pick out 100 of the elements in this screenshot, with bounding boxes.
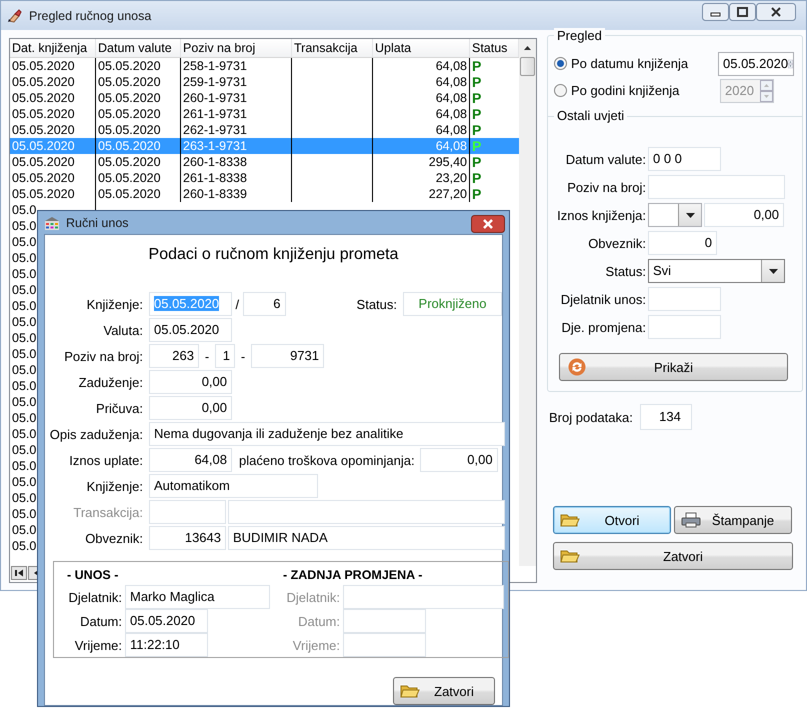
table-cell: P [472,90,482,106]
field-label: Transakcija: [72,504,144,520]
show-button[interactable]: Prikaži [559,353,788,381]
table-row[interactable]: 05.05.2020 05.05.2020 260-1-9731 64,08 P [10,90,519,106]
table-cell: 05.0 [12,363,36,377]
table-cell: 05.0 [12,443,36,457]
dash-separator: - [204,348,210,364]
minimize-icon[interactable] [702,3,729,21]
field-label: Status: [356,296,398,312]
input-field[interactable]: Automatikom [149,474,318,498]
close-icon[interactable] [471,215,505,233]
table-cell: P [472,122,482,138]
table-cell: 05.05.2020 [98,187,161,201]
table-cell: 05.0 [12,475,36,489]
table-cell: 23,20 [436,171,467,185]
input-field[interactable] [648,175,785,199]
field-label: plaćeno troškova opominjanja: [238,452,416,468]
input-field[interactable]: 9731 [251,344,324,368]
table-row[interactable]: 05.05.2020 05.05.2020 258-1-9731 64,08 P [10,58,519,74]
table-cell: 05.05.2020 [98,91,161,105]
number-field[interactable]: 6 [242,292,286,316]
radio-label[interactable]: Po datumu knjiženja [571,56,711,71]
code-field[interactable]: 13643 [149,526,226,550]
amount-field[interactable]: 0,00 [149,396,232,420]
table-cell: 05.05.2020 [98,171,161,185]
input-field[interactable]: Marko Maglica [125,585,270,609]
column-header[interactable]: Transakcija [292,39,373,57]
input-field[interactable]: 263 [149,344,199,368]
input-field[interactable]: 1 [215,344,235,368]
table-row[interactable]: 05.05.2020 05.05.2020 261-1-9731 64,08 P [10,106,519,122]
column-header[interactable]: Uplata [373,39,470,57]
input-field[interactable]: 0 [648,231,717,255]
close-button[interactable]: Zatvori [393,677,495,705]
table-cell: 227,20 [428,187,467,201]
table-cell: 05.05.2020 [12,59,75,73]
first-record-icon[interactable] [11,566,27,580]
scrollbar[interactable] [519,39,536,566]
input-field[interactable] [648,315,721,339]
amount-field[interactable]: 0,00 [704,203,784,227]
dialog-title: Ručni unos [66,216,129,230]
column-header[interactable]: Dat. knjiženja [10,39,96,57]
table-cell: 05.0 [12,219,36,233]
input-field[interactable] [149,500,226,524]
table-row[interactable]: 05.05.2020 05.05.2020 259-1-9731 64,08 P [10,74,519,90]
group-title: Ostali uvjeti [554,108,628,123]
table-cell: 64,08 [436,59,467,73]
table-cell: 05.0 [12,395,36,409]
table-cell: 05.05.2020 [98,123,161,137]
building-icon [44,216,60,230]
table-cell: P [472,58,482,74]
field-label: Iznos uplate: [68,452,144,468]
scroll-thumb[interactable] [520,57,535,76]
field-label: Opis zaduženja: [48,426,144,442]
operator-dropdown[interactable] [648,203,702,227]
input-field[interactable] [343,633,426,657]
open-button[interactable]: Otvori [553,506,671,534]
input-field[interactable] [648,287,721,311]
date-spinner[interactable]: 05.05.2020 [718,52,794,76]
field-label: Valuta: [102,322,144,338]
table-cell: P [472,138,482,154]
table-cell: 259-1-9731 [183,75,247,89]
field-label: Dje. promjena: [560,320,647,334]
input-field[interactable]: 05.05.2020 [125,609,208,633]
amount-field[interactable]: 0,00 [149,370,232,394]
table-cell: 05.05.2020 [12,123,75,137]
column-header[interactable]: Poziv na broj [181,39,292,57]
table-row[interactable]: 05.05.2020 05.05.2020 260-1-8338 295,40 P [10,154,519,170]
table-cell: 05.0 [12,315,36,329]
table-cell: 05.05.2020 [98,155,161,169]
description-field[interactable]: Nema dugovanja ili zaduženje bez analitike [149,422,505,446]
print-button[interactable]: Štampanje [674,506,792,534]
status-field: Proknjiženo [403,292,502,316]
refresh-icon [568,358,586,376]
table-row[interactable]: 05.05.2020 05.05.2020 260-1-8339 227,20 P [10,186,519,202]
close-icon[interactable] [756,3,796,21]
radio-button[interactable] [554,57,567,70]
maximize-icon[interactable] [729,3,756,21]
amount-field[interactable]: 64,08 [149,448,232,472]
input-field[interactable]: 11:22:10 [125,633,208,657]
name-field[interactable]: BUDIMIR NADA [228,526,505,550]
column-header[interactable]: Datum valute [96,39,181,57]
printer-icon [681,512,701,528]
date-field[interactable]: 05.05.2020 [149,318,232,342]
amount-field[interactable]: 0,00 [420,448,498,472]
close-button[interactable]: Zatvori [553,542,793,570]
input-field[interactable]: 0 0 0 [648,147,721,171]
table-cell: 05.05.2020 [12,107,75,121]
input-field[interactable] [343,585,504,609]
table-row[interactable]: 05.05.2020 05.05.2020 261-1-8338 23,20 P [10,170,519,186]
input-field[interactable] [343,609,426,633]
field-label: Poziv na broj: [566,180,647,194]
table-cell: 05.0 [12,427,36,441]
table-cell: 64,08 [436,107,467,121]
field-label: Pričuva: [95,400,144,416]
field-label: Obveznik: [84,530,144,546]
input-field[interactable] [228,500,505,524]
table-cell: 05.05.2020 [12,187,75,201]
status-dropdown[interactable]: Svi [648,259,785,283]
table-cell: P [472,74,482,90]
table-cell: 05.0 [12,523,36,537]
